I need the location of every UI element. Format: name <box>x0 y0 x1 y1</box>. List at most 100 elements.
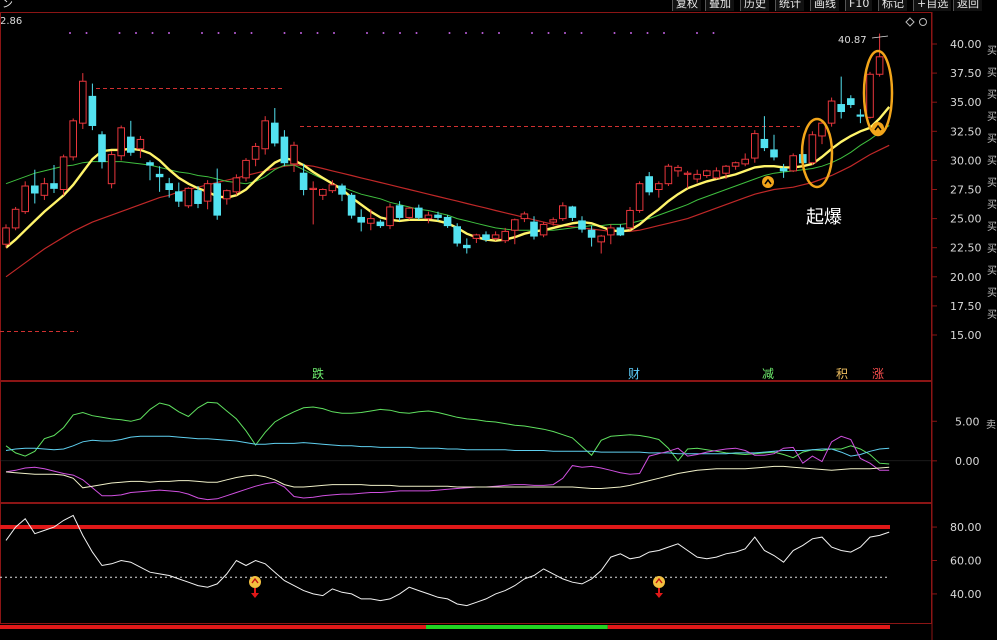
candle-body <box>472 234 481 239</box>
candle-body <box>703 170 711 177</box>
candle-body <box>251 145 260 160</box>
main-y-tick-label: 22.50 <box>950 242 982 255</box>
high-price-label: 40.87 <box>838 35 867 46</box>
ind2-line <box>5 514 890 607</box>
candle-body <box>674 166 682 172</box>
candle-body <box>712 170 721 179</box>
candle-body <box>722 165 730 174</box>
signal-dot <box>201 32 203 34</box>
candle-body <box>808 134 817 164</box>
candle-body <box>491 234 500 239</box>
signal-dot <box>300 32 302 34</box>
candle-body <box>367 218 375 224</box>
candle-body <box>386 206 394 227</box>
candle-body <box>319 189 327 196</box>
signal-dot <box>448 32 451 34</box>
signal-dot <box>564 32 566 34</box>
overlay-button[interactable]: 叠加 <box>705 0 734 11</box>
candle-body <box>213 183 221 216</box>
ind1-y-tick-label: 0.00 <box>955 455 980 468</box>
candle-body <box>184 187 193 207</box>
candle-body <box>837 104 846 113</box>
candle-body <box>299 172 308 190</box>
candle-body <box>328 184 337 192</box>
f10-button[interactable]: F10 <box>845 0 873 11</box>
candle-body <box>731 162 740 167</box>
candle-body <box>443 216 452 227</box>
diamond-icon[interactable] <box>905 17 915 27</box>
trend-bar-segment <box>426 625 608 629</box>
signal-dot <box>333 32 335 34</box>
signal-dot <box>399 32 401 34</box>
signal-dot <box>580 32 583 34</box>
candle-body <box>88 95 97 126</box>
right-strip-char: 买 <box>987 287 997 299</box>
candle-body <box>453 226 461 244</box>
candle-body <box>31 185 39 194</box>
candle-body <box>203 183 212 202</box>
candle-body <box>693 173 702 180</box>
signal-label: 财 <box>628 367 640 381</box>
main-y-tick-label: 30.00 <box>950 154 982 167</box>
ind2-y-tick-label: 80.00 <box>950 521 982 534</box>
candle-body <box>635 183 644 211</box>
signal-dot <box>382 32 385 34</box>
orange-marker <box>762 176 774 188</box>
main-y-tick-label: 37.50 <box>950 67 982 80</box>
candle-body <box>40 183 49 196</box>
ind1-y-tick-label: 5.00 <box>955 415 980 428</box>
buy-marker-head <box>653 576 665 588</box>
history-button[interactable]: 历史 <box>740 0 769 11</box>
buy-marker-head <box>249 576 261 588</box>
main-y-tick-label: 17.50 <box>950 300 982 313</box>
buy-marker-arrow <box>655 593 663 598</box>
main-y-tick-label: 35.00 <box>950 96 982 109</box>
restore-rights-button[interactable]: 复权 <box>672 0 701 11</box>
candle-body <box>578 220 586 230</box>
candle-body <box>11 208 20 229</box>
candle-body <box>280 136 289 164</box>
candle-body <box>127 136 135 153</box>
candle-body <box>549 219 558 223</box>
candle-body <box>760 138 769 149</box>
candle-body <box>347 194 356 216</box>
candle-body <box>626 209 634 229</box>
candle-body <box>568 206 577 218</box>
candle-body <box>616 227 625 236</box>
statistics-button[interactable]: 统计 <box>775 0 804 11</box>
candle-body <box>818 122 826 137</box>
candle-body <box>79 80 87 124</box>
candle-body <box>597 235 606 243</box>
ind1-cyan-line <box>5 435 890 457</box>
signal-dot <box>712 32 715 34</box>
candle-body <box>520 213 529 220</box>
candle-body <box>271 122 279 144</box>
add-watchlist-button[interactable]: +自选 <box>913 0 952 11</box>
main-y-tick-label: 20.00 <box>950 271 982 284</box>
candle-body <box>779 168 788 172</box>
candle-body <box>751 133 759 159</box>
candle-body <box>98 134 106 163</box>
candle-body <box>511 219 519 231</box>
orange-marker-chevron <box>764 178 772 185</box>
mark-button[interactable]: 标记 <box>878 0 907 11</box>
signal-dot <box>283 32 286 34</box>
stock-chart[interactable]: 40.00 37.50 35.00 32.50 30.00 27.50 25.00 22.50… <box>0 0 997 640</box>
high-price-arrow <box>871 35 889 39</box>
signal-dot <box>498 32 500 34</box>
main-y-tick-label: 25.00 <box>950 213 982 226</box>
candle-body <box>482 234 490 241</box>
main-y-tick-label: 40.00 <box>950 38 982 51</box>
candle-body <box>501 230 509 242</box>
circle-icon[interactable] <box>919 18 927 26</box>
signal-dot <box>118 32 121 34</box>
candle-body <box>530 221 538 237</box>
candle-body <box>165 183 173 190</box>
candle-body <box>827 100 836 124</box>
draw-line-button[interactable]: 画线 <box>810 0 839 11</box>
signal-dot <box>663 32 665 34</box>
main-panel-border <box>0 12 932 381</box>
candle-body <box>290 144 298 165</box>
signal-dot <box>316 32 319 34</box>
back-button[interactable]: 返回 <box>953 0 982 11</box>
